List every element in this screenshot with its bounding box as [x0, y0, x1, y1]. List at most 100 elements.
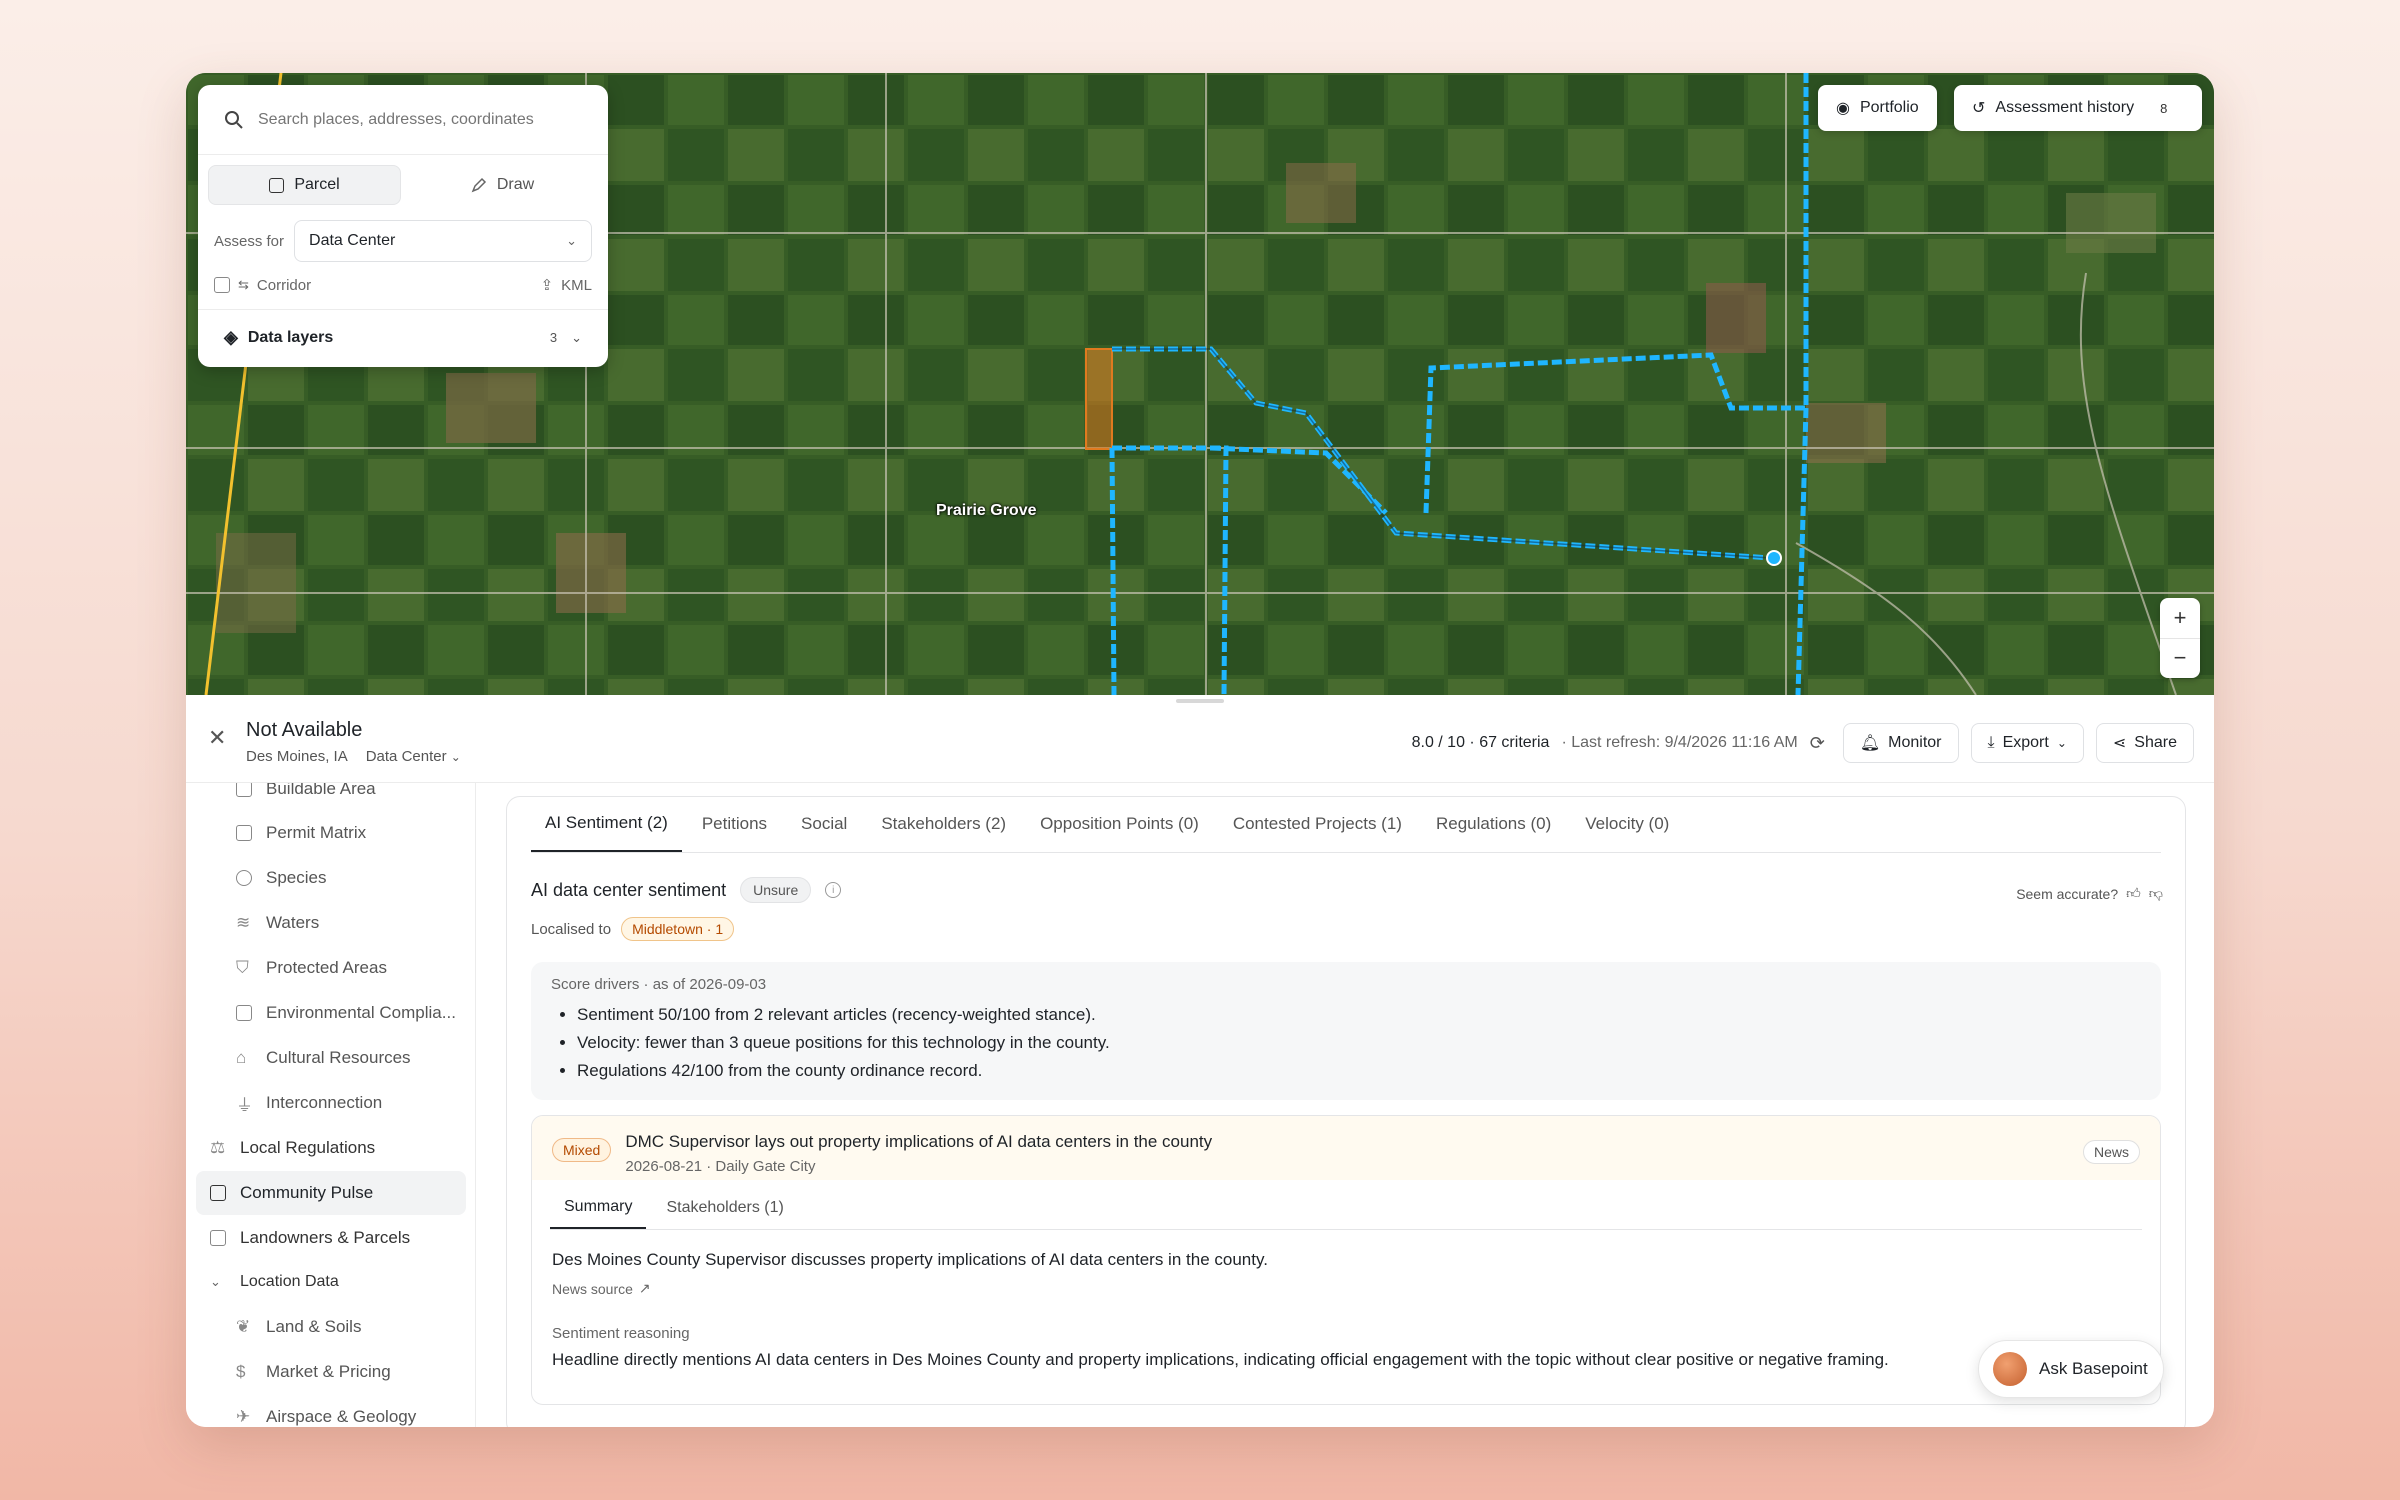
list-item: Regulations 42/100 from the county ordin… — [577, 1057, 2141, 1085]
sidebar-item-label: Interconnection — [266, 1093, 383, 1112]
search-panel: Parcel Draw Assess for Data Center ⌄ ⇆ — [198, 85, 608, 367]
sidebar-item-interconnection[interactable]: ⏚ Interconnection — [196, 1081, 466, 1125]
tab-opposition-points[interactable]: Opposition Points (0) — [1026, 797, 1213, 852]
eye-icon: ◉ — [1836, 100, 1850, 117]
monitor-button[interactable]: 🔔︎ Monitor — [1842, 723, 1959, 763]
sentiment-heading-row: AI data center sentiment Unsure i — [531, 877, 842, 903]
square-icon — [269, 177, 285, 193]
kml-label: KML — [561, 276, 592, 294]
list-item: Velocity: fewer than 3 queue positions f… — [577, 1029, 2141, 1057]
sidebar-item-community-pulse[interactable]: Community Pulse — [196, 1171, 466, 1215]
sidebar-item-label: Species — [266, 868, 327, 887]
export-button[interactable]: ⤓ Export ⌄ — [1970, 723, 2084, 763]
news-source-label: News source — [552, 1280, 633, 1297]
leaf-icon: ❦ — [236, 1317, 251, 1336]
mode-toggle: Parcel Draw — [198, 155, 608, 215]
sidebar-group-location-data[interactable]: ⌄ Location Data — [196, 1260, 466, 1304]
monitor-label: Monitor — [1888, 734, 1942, 751]
ask-assistant-label: Ask Basepoint — [2039, 1359, 2148, 1378]
list-item: Sentiment 50/100 from 2 relevant article… — [577, 1001, 2141, 1029]
zoom-in-button[interactable]: + — [2160, 598, 2200, 639]
score-drivers-box: Score drivers · as of 2026-09-03 Sentime… — [531, 962, 2161, 1100]
corridor-label: Corridor — [256, 276, 312, 294]
bug-icon — [236, 870, 252, 886]
sidebar-item-protected-areas[interactable]: ⛉ Protected Areas — [196, 946, 466, 990]
localised-row: Localised to Middletown · 1 — [531, 917, 735, 941]
feedback-label: Seem accurate? — [2016, 885, 2119, 902]
plane-icon: ✈ — [236, 1407, 251, 1426]
data-layers-toggle[interactable]: ◈ Data layers 3 ⌄ — [198, 309, 608, 365]
parcel-mode-button[interactable]: Parcel — [208, 165, 401, 205]
sidebar-item-local-regulations[interactable]: ⚖ Local Regulations — [196, 1126, 466, 1170]
article-summary: Des Moines County Supervisor discusses p… — [552, 1250, 1268, 1269]
bell-icon: 🔔︎ — [1859, 735, 1881, 752]
refresh-icon[interactable]: ⟳ — [1810, 733, 1825, 754]
sidebar-item-airspace-geology[interactable]: ✈ Airspace & Geology — [196, 1395, 466, 1427]
sidebar-item-environmental-compliance[interactable]: Environmental Complia... — [196, 991, 466, 1035]
drag-handle[interactable] — [1176, 699, 1224, 703]
draw-mode-button[interactable]: Draw — [407, 165, 598, 205]
search-input[interactable] — [258, 110, 578, 129]
ask-assistant-button[interactable]: Ask Basepoint — [1978, 1340, 2164, 1398]
use-selector[interactable]: Data Center ⌄ — [366, 748, 461, 765]
search-icon — [225, 110, 243, 129]
tab-velocity[interactable]: Velocity (0) — [1571, 797, 1683, 852]
score-drivers-header: Score drivers · as of 2026-09-03 — [551, 976, 767, 993]
data-layers-label: Data layers — [247, 328, 334, 346]
portfolio-button[interactable]: ◉ Portfolio — [1818, 85, 1937, 131]
info-icon[interactable]: i — [825, 882, 842, 898]
share-label: Share — [2134, 734, 2177, 751]
article-body: Des Moines County Supervisor discusses p… — [532, 1230, 2160, 1390]
tab-article-stakeholders[interactable]: Stakeholders (1) — [652, 1186, 797, 1229]
page-title: Not Available — [246, 719, 363, 741]
tab-petitions[interactable]: Petitions — [688, 797, 781, 852]
sidebar-item-buildable-area[interactable]: Buildable Area — [196, 783, 466, 811]
sidebar-item-label: Cultural Resources — [266, 1048, 411, 1067]
thumbs-down-icon[interactable]: 👎︎ — [2149, 885, 2163, 902]
search-bar[interactable] — [198, 85, 608, 155]
external-link-icon: ↗ — [638, 1280, 651, 1296]
sidebar-item-landowners-parcels[interactable]: Landowners & Parcels — [196, 1216, 466, 1260]
tab-ai-sentiment[interactable]: AI Sentiment (2) — [531, 797, 682, 852]
tab-stakeholders[interactable]: Stakeholders (2) — [867, 797, 1020, 852]
sidebar-item-market-pricing[interactable]: $ Market & Pricing — [196, 1350, 466, 1394]
portfolio-label: Portfolio — [1859, 99, 1919, 116]
sidebar-item-cultural-resources[interactable]: ⌂ Cultural Resources — [196, 1036, 466, 1080]
assess-for-select[interactable]: Data Center ⌄ — [294, 220, 592, 262]
sidebar-item-permit-matrix[interactable]: Permit Matrix — [196, 811, 466, 855]
chevron-down-icon: ⌄ — [450, 750, 461, 764]
share-button[interactable]: ⋖ Share — [2095, 723, 2194, 763]
waves-icon: ≋ — [236, 913, 251, 932]
clipboard-icon — [236, 1005, 252, 1021]
kml-upload-button[interactable]: ⇪ KML — [541, 276, 592, 295]
sidebar-item-waters[interactable]: ≋ Waters — [196, 901, 466, 945]
assessment-history-count: 8 — [2160, 100, 2168, 116]
sentiment-title: AI data center sentiment — [531, 879, 727, 900]
building-icon — [210, 1230, 226, 1246]
export-label: Export — [2002, 734, 2049, 751]
place-label: Prairie Grove — [936, 502, 1037, 519]
assessment-history-button[interactable]: ↺ Assessment history 8 — [1954, 85, 2202, 131]
map-view[interactable]: Prairie Grove Parcel Draw Assess for — [186, 73, 2214, 695]
corridor-checkbox[interactable] — [214, 277, 230, 293]
thumbs-up-icon[interactable]: 👍︎ — [2126, 885, 2141, 902]
localised-label: Localised to — [531, 920, 612, 938]
sidebar-item-land-soils[interactable]: ❦ Land & Soils — [196, 1305, 466, 1349]
use-text: Data Center — [365, 748, 447, 765]
route-icon: ⇆ — [238, 277, 249, 292]
assistant-avatar — [1993, 1352, 2027, 1386]
draw-mode-label: Draw — [496, 176, 535, 193]
tab-summary[interactable]: Summary — [550, 1186, 647, 1229]
tab-social[interactable]: Social — [787, 797, 861, 852]
chevron-down-icon: ⌄ — [571, 329, 582, 345]
sidebar-item-label: Environmental Complia... — [266, 1003, 456, 1022]
zoom-out-button[interactable]: − — [2160, 639, 2200, 679]
news-source-link[interactable]: News source ↗ — [552, 1280, 2140, 1297]
tab-regulations[interactable]: Regulations (0) — [1422, 797, 1565, 852]
location-text: Des Moines, IA — [246, 748, 348, 765]
close-icon[interactable]: ✕ — [208, 725, 226, 751]
sentiment-badge: Mixed — [552, 1138, 612, 1162]
sidebar-item-species[interactable]: Species — [196, 856, 466, 900]
localised-badge[interactable]: Middletown · 1 — [621, 917, 735, 941]
tab-contested-projects[interactable]: Contested Projects (1) — [1219, 797, 1416, 852]
